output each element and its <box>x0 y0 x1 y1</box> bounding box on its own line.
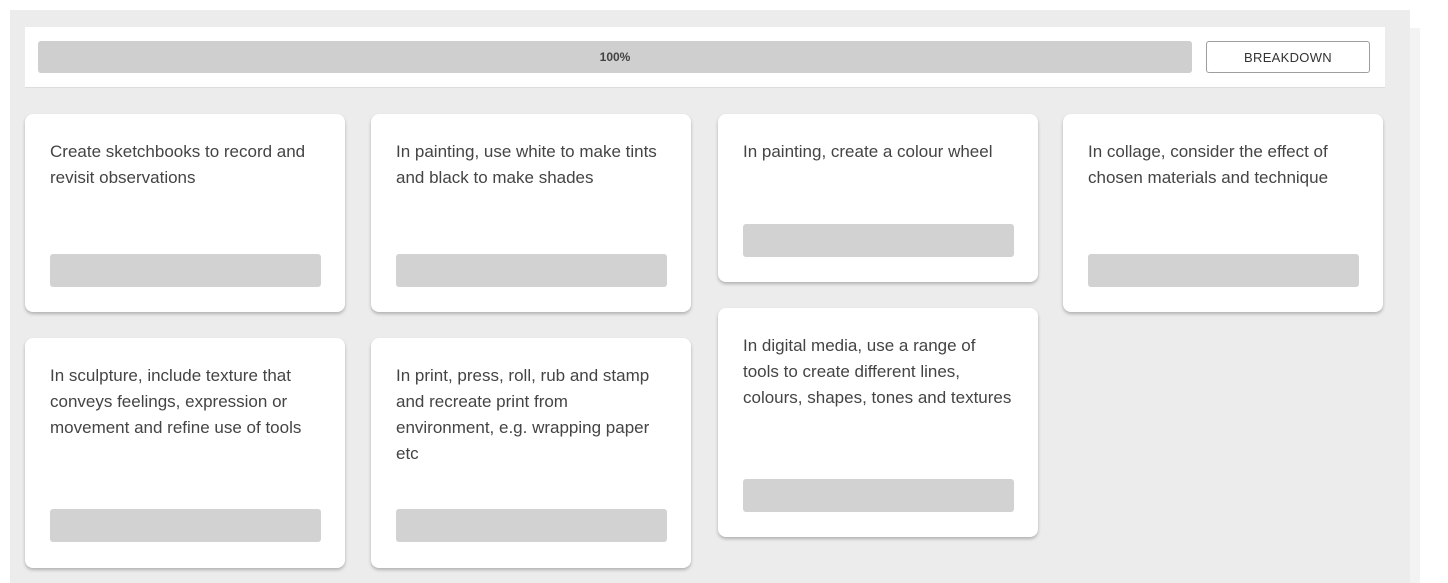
scrollbar-track[interactable] <box>1410 28 1420 583</box>
objective-card[interactable]: In collage, consider the effect of chose… <box>1063 114 1383 312</box>
objective-card[interactable]: In digital media, use a range of tools t… <box>718 308 1038 537</box>
objective-card[interactable]: In print, press, roll, rub and stamp and… <box>371 338 691 568</box>
progress-bar: 100% <box>38 41 1192 73</box>
objective-progress-bar <box>396 509 667 542</box>
objective-progress-bar <box>50 509 321 542</box>
objective-progress-bar <box>396 254 667 287</box>
objective-progress-bar <box>743 224 1014 257</box>
objective-text: In collage, consider the effect of chose… <box>1088 142 1329 187</box>
objective-text: In sculpture, include texture that conve… <box>50 366 302 437</box>
objective-text: In painting, create a colour wheel <box>743 142 993 161</box>
objective-card[interactable]: In painting, create a colour wheel <box>718 114 1038 282</box>
objective-progress-bar <box>1088 254 1359 287</box>
objective-card[interactable]: In sculpture, include texture that conve… <box>25 338 345 568</box>
breakdown-button[interactable]: BREAKDOWN <box>1206 41 1370 73</box>
objective-card[interactable]: In painting, use white to make tints and… <box>371 114 691 312</box>
objective-text: In painting, use white to make tints and… <box>396 142 657 187</box>
objective-text: In print, press, roll, rub and stamp and… <box>396 366 650 463</box>
objective-card[interactable]: Create sketchbooks to record and revisit… <box>25 114 345 312</box>
objective-text: In digital media, use a range of tools t… <box>743 336 1012 407</box>
objective-progress-bar <box>50 254 321 287</box>
objective-text: Create sketchbooks to record and revisit… <box>50 142 306 187</box>
objective-progress-bar <box>743 479 1014 512</box>
progress-label: 100% <box>599 50 631 64</box>
